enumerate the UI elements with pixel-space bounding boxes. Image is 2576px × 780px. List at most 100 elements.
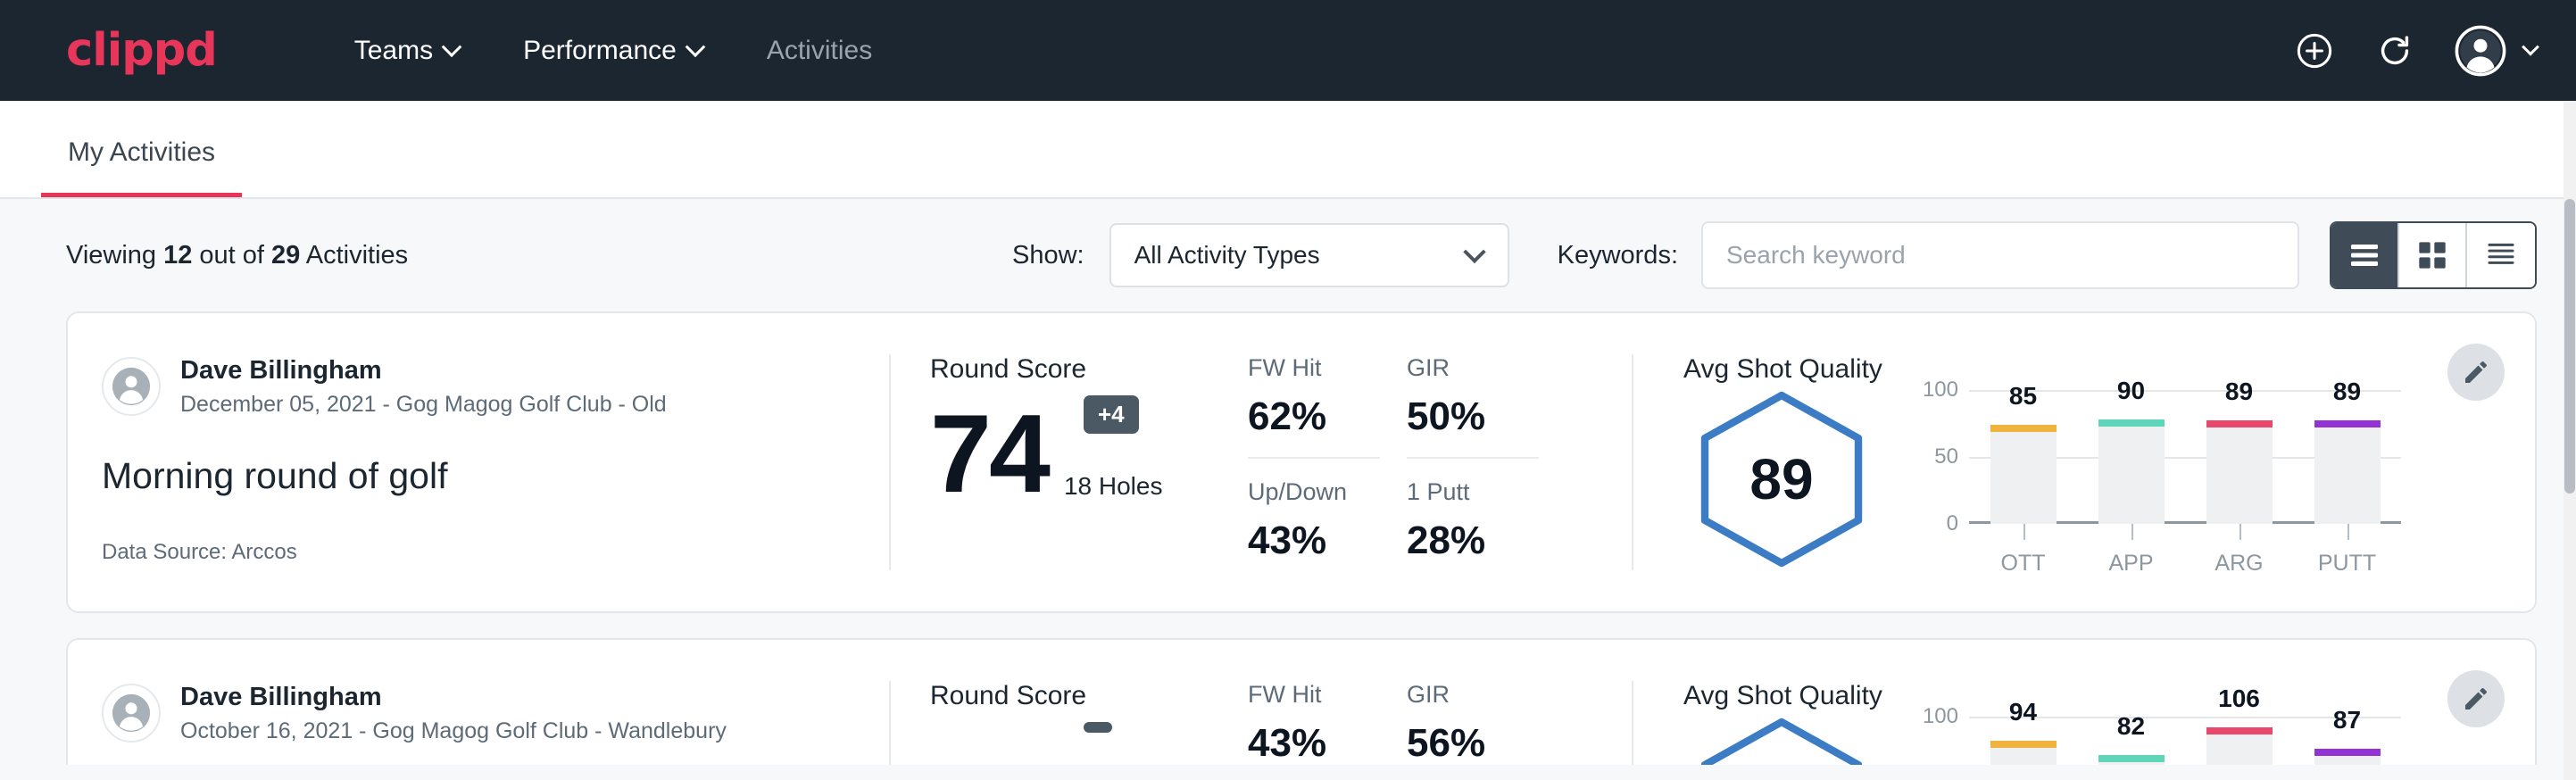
round-stats-column: FW Hit 43% GIR 56% [1248,640,1632,765]
pencil-icon [2462,685,2490,713]
nav-item-performance-label: Performance [523,36,677,66]
bar-value-ott: 94 [2009,698,2037,726]
page-scrollbar[interactable] [2564,101,2576,780]
chevron-down-icon [1463,241,1485,263]
edit-activity-button[interactable] [2447,670,2505,727]
avg-shot-quality-value [1692,717,1871,765]
nav-item-activities[interactable]: Activities [735,36,904,66]
activity-type-select-value: All Activity Types [1134,241,1320,270]
shot-quality-body: 100 50 0 94 82 [1683,717,2535,765]
activity-card[interactable]: Dave Billingham October 16, 2021 - Gog M… [66,638,2537,765]
bar-slot-app: 90 [2077,390,2185,524]
avg-shot-quality-hexagon: 89 [1692,390,1871,568]
bar-cap-putt [2314,749,2381,756]
bar-app [2098,755,2165,765]
viewing-count-text: Viewing 12 out of 29 Activities [66,241,408,270]
nav-actions [2294,0,2537,101]
bar-arg [2206,727,2273,765]
stat-label-fw-hit: FW Hit [1248,354,1407,382]
activity-meta: December 05, 2021 - Gog Magog Golf Club … [180,390,667,419]
round-score-row: 74 +4 18 Holes [930,399,1248,510]
bar-cap-app [2098,755,2165,762]
round-score-value: 74 [930,399,1048,510]
bar-value-app: 82 [2117,712,2145,741]
x-label-app: APP [2108,551,2153,576]
viewing-total: 29 [271,241,300,270]
stat-label-up-down: Up/Down [1248,478,1407,506]
bar-slot-arg: 89 [2185,390,2293,524]
stat-value-gir: 56% [1407,721,1566,765]
bar-value-putt: 87 [2333,706,2361,734]
holes-played: 18 Holes [1064,472,1163,510]
round-stats-column: FW Hit 62% Up/Down 43% GIR 50% 1 Putt 28… [1248,313,1632,611]
bar-arg [2206,420,2273,524]
search-input[interactable] [1701,221,2299,289]
chevron-down-icon [686,37,706,57]
filter-controls: Show: All Activity Types Keywords: [1012,221,2537,289]
x-label-slot-ott: OTT [1969,524,2077,577]
bar-putt [2314,749,2381,765]
chart-x-labels: OTT APP ARG PUTT [1969,524,2401,577]
view-mode-compact-button[interactable] [2467,223,2535,287]
avg-shot-quality-label: Avg Shot Quality [1683,354,2535,385]
activity-summary-column: Dave Billingham October 16, 2021 - Gog M… [68,640,889,765]
bar-slot-putt: 87 [2293,717,2401,765]
bar-slot-arg: 106 [2185,717,2293,765]
bar-putt [2314,420,2381,524]
user-avatar-icon [111,366,152,407]
bar-cap-putt [2314,420,2381,427]
chevron-down-icon [442,37,462,57]
activity-summary-column: Dave Billingham December 05, 2021 - Gog … [68,313,889,611]
filter-toolbar: Viewing 12 out of 29 Activities Show: Al… [0,199,2576,311]
shot-quality-bar-chart: 100 50 0 85 90 [1919,390,2401,573]
bar-cap-ott [1990,741,2057,748]
avg-shot-quality-label: Avg Shot Quality [1683,681,2535,711]
view-mode-toggle-group [2330,221,2537,289]
shot-quality-column: Avg Shot Quality 100 50 0 [1633,640,2535,765]
nav-item-activities-label: Activities [767,36,872,66]
y-tick-100: 100 [1923,378,1958,402]
app-logo[interactable]: clippd [66,24,217,77]
x-label-slot-app: APP [2077,524,2185,577]
x-tick-mark [2347,524,2349,540]
view-mode-grid-button[interactable] [2399,223,2467,287]
page-tab-bar: My Activities [0,101,2576,199]
stat-value-up-down: 43% [1248,519,1407,563]
grid-view-icon [2417,240,2447,270]
add-circle-icon[interactable] [2294,30,2335,71]
top-navigation-bar: clippd Teams Performance Activities [0,0,2576,101]
viewing-suffix: Activities [300,241,408,270]
stat-column-left: FW Hit 43% [1248,681,1407,765]
chart-bars: 94 82 [1969,717,2401,765]
activity-type-select[interactable]: All Activity Types [1109,223,1509,287]
viewing-mid: out of [192,241,271,270]
x-label-slot-arg: ARG [2185,524,2293,577]
nav-item-teams[interactable]: Teams [322,36,491,66]
stat-value-1-putt: 28% [1407,519,1566,563]
bar-slot-ott: 85 [1969,390,2077,524]
score-to-par-badge [1084,722,1112,733]
account-menu[interactable] [2455,25,2537,77]
view-mode-list-button[interactable] [2331,223,2399,287]
stat-label-gir: GIR [1407,681,1566,709]
bar-cap-app [2098,419,2165,427]
stat-label-1-putt: 1 Putt [1407,478,1566,506]
stat-column-right: GIR 56% [1407,681,1566,765]
page-scrollbar-thumb[interactable] [2564,199,2575,494]
x-tick-mark [2023,524,2025,540]
main-nav-links: Teams Performance Activities [322,36,904,66]
nav-item-performance[interactable]: Performance [491,36,735,66]
round-score-column: Round Score 74 +4 18 Holes [891,313,1248,611]
activity-card[interactable]: Dave Billingham December 05, 2021 - Gog … [66,311,2537,613]
stat-value-fw-hit: 62% [1248,394,1407,439]
refresh-icon[interactable] [2374,30,2415,71]
edit-activity-button[interactable] [2447,344,2505,401]
stat-label-gir: GIR [1407,354,1566,382]
tab-my-activities[interactable]: My Activities [41,137,242,197]
bar-app [2098,419,2165,524]
bar-cap-ott [1990,425,2057,432]
bar-cap-arg [2206,420,2273,427]
bar-cap-arg [2206,727,2273,734]
user-avatar-icon [111,693,152,734]
x-label-slot-putt: PUTT [2293,524,2401,577]
